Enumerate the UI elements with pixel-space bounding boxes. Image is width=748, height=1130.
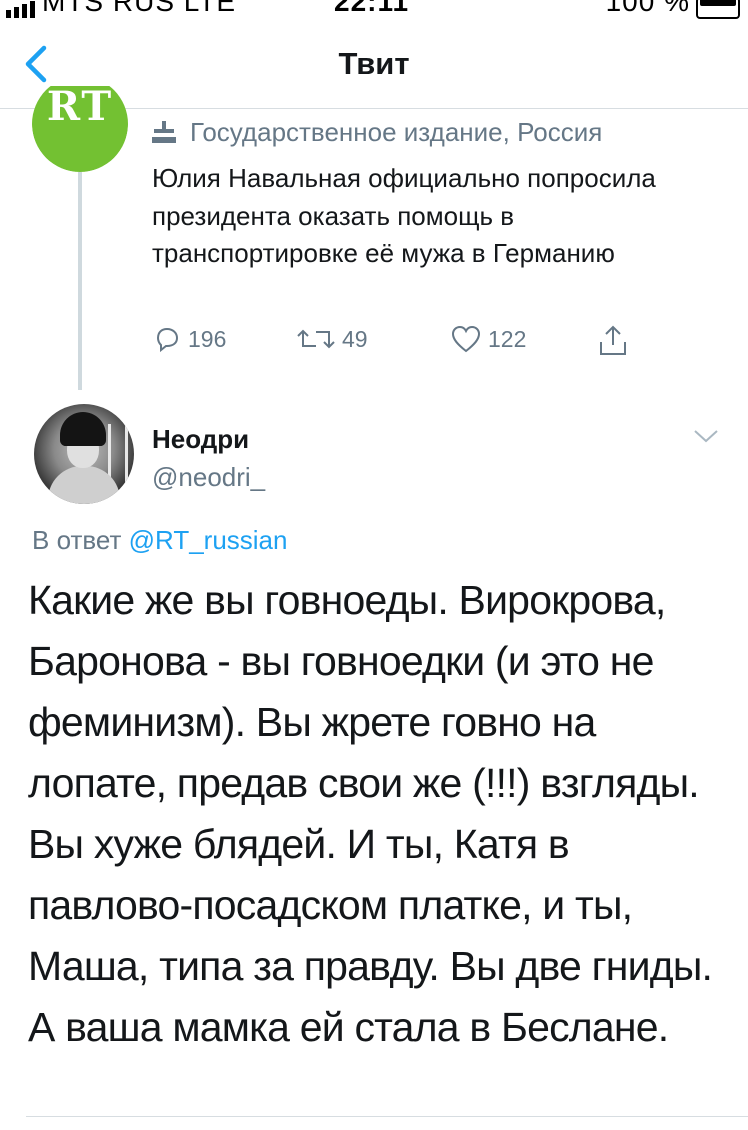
reply-count: 196: [188, 325, 227, 352]
state-media-text: Государственное издание, Россия: [190, 116, 603, 147]
share-icon: [600, 325, 626, 355]
battery-icon: [696, 0, 740, 19]
reply-handle-link[interactable]: @RT_russian: [129, 525, 288, 555]
author-handle[interactable]: @neodri_: [152, 462, 265, 493]
quoted-tweet-actions: 196 49 122: [0, 324, 748, 364]
chevron-down-icon: [694, 430, 718, 443]
share-button[interactable]: [596, 324, 630, 358]
battery-percent: 100 %: [605, 0, 690, 17]
retweet-icon: [297, 329, 335, 349]
retweet-count: 49: [342, 325, 368, 352]
rt-logo: RT: [46, 86, 114, 130]
reply-prefix: В ответ: [32, 525, 122, 555]
status-bar: MTS RUS LTE 22:11 100 %: [0, 0, 748, 20]
carrier-info: MTS RUS LTE: [6, 0, 236, 18]
battery-status: 100 %: [605, 0, 740, 19]
avatar-hair: [60, 412, 106, 446]
like-count: 122: [488, 325, 527, 352]
tweet-text: Какие же вы говноеды. Вирокрова, Баронов…: [28, 577, 713, 1050]
more-options-button[interactable]: [692, 426, 720, 446]
government-icon: [152, 121, 176, 143]
reply-context: В ответ @RT_russian: [32, 525, 287, 556]
like-icon: [451, 325, 481, 353]
author-avatar[interactable]: [34, 404, 134, 504]
retweet-button[interactable]: 49: [296, 324, 368, 354]
carrier-label: MTS RUS LTE: [42, 0, 237, 17]
page-title: Твит: [338, 46, 410, 81]
clock: 22:11: [334, 0, 410, 17]
like-button[interactable]: 122: [450, 324, 526, 354]
signal-icon: [6, 0, 38, 18]
divider: [26, 1116, 748, 1117]
quoted-author-avatar[interactable]: RT: [32, 86, 128, 172]
state-media-label[interactable]: Государственное издание, Россия: [152, 114, 602, 150]
reply-button[interactable]: 196: [152, 324, 226, 354]
author-name[interactable]: Неодри: [152, 424, 249, 455]
reply-icon: [156, 327, 179, 353]
quoted-tweet-text: Юлия Навальная официально попросила през…: [152, 163, 656, 268]
